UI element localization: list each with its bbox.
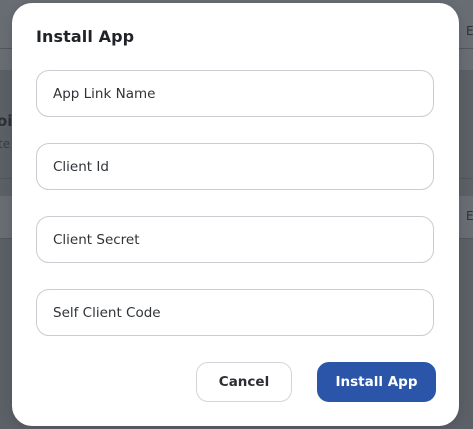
self-client-code-field[interactable] [36, 289, 434, 336]
client-id-input[interactable] [37, 144, 433, 189]
client-secret-input[interactable] [37, 217, 433, 262]
client-secret-field[interactable] [36, 216, 434, 263]
cancel-button[interactable]: Cancel [196, 362, 292, 402]
background-text: E [466, 24, 473, 38]
background-text: E [466, 209, 473, 223]
app-link-name-field[interactable] [36, 70, 434, 117]
background-text: oi [0, 112, 13, 130]
dialog-title: Install App [36, 27, 135, 46]
install-app-button[interactable]: Install App [317, 362, 436, 402]
install-app-dialog: Install App Cancel Install App [12, 3, 459, 426]
app-link-name-input[interactable] [37, 71, 433, 116]
background-text: te [0, 137, 11, 151]
self-client-code-input[interactable] [37, 290, 433, 335]
client-id-field[interactable] [36, 143, 434, 190]
